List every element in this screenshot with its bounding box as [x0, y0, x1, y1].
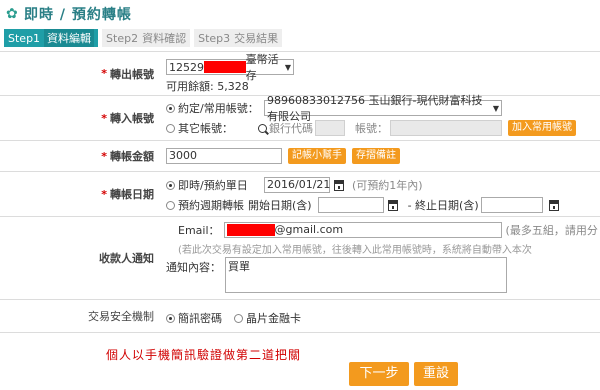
from-account-label: 轉出帳號	[110, 67, 154, 81]
notify-content-textarea[interactable]: 買單	[225, 257, 507, 293]
radio-chip-card[interactable]	[234, 313, 243, 323]
step-3: Step3 交易結果	[194, 29, 283, 47]
transfer-form: * 轉出帳號 12529 臺幣活存 ▼ 可用餘額: 5,328 * 轉入帳號 約…	[0, 51, 600, 333]
search-icon[interactable]	[258, 123, 267, 133]
chevron-down-icon: ▼	[492, 103, 499, 113]
row-from-account: * 轉出帳號 12529 臺幣活存 ▼ 可用餘額: 5,328	[0, 52, 600, 96]
to-account-label: 轉入帳號	[110, 112, 154, 125]
reset-button[interactable]: 重設	[414, 362, 458, 386]
chevron-down-icon: ▼	[284, 62, 291, 72]
security-label: 交易安全機制	[88, 310, 154, 323]
agreed-account-select[interactable]: 98960833012756 玉山銀行-現代財富科技有限公司 ▼	[264, 94, 502, 123]
redacted-email	[226, 224, 275, 236]
step-1: Step1 資料編輯	[4, 29, 99, 47]
step-2: Step2 資料確認	[102, 29, 191, 47]
next-button[interactable]: 下一步	[349, 362, 409, 386]
notify-label: 收款人通知	[99, 252, 154, 265]
row-amount: * 轉帳金額 3000 記帳小幫手 存摺備註	[0, 141, 600, 172]
date-label: 轉帳日期	[110, 188, 154, 201]
gear-icon: ✿	[6, 6, 18, 22]
other-account-input[interactable]	[390, 120, 502, 136]
warning-note: 個人以手機簡訊驗證做第二道把關	[106, 348, 302, 362]
page-title: 即時 / 預約轉帳	[24, 7, 132, 23]
bank-code-input[interactable]	[315, 120, 345, 136]
row-security: 交易安全機制 簡訊密碼 晶片金融卡	[0, 300, 600, 333]
calendar-icon[interactable]	[548, 199, 559, 211]
notify-info: (若此次交易有設定加入常用帳號，往後轉入此常用帳號時，系統將自動帶入本次	[178, 245, 532, 256]
email-input[interactable]: @gmail.com	[223, 222, 502, 238]
row-notify: 收款人通知 Email： @gmail.com (最多五組，請用分 (若此次交易…	[0, 217, 600, 300]
calendar-icon[interactable]	[334, 179, 344, 191]
amount-input[interactable]: 3000	[166, 148, 282, 164]
title-bar: ✿ 即時 / 預約轉帳	[6, 3, 132, 25]
step-indicator: Step1 資料編輯 Step2 資料確認 Step3 交易結果	[4, 29, 286, 47]
amount-label: 轉帳金額	[110, 150, 154, 163]
radio-single-date[interactable]	[166, 180, 175, 190]
radio-periodic[interactable]	[166, 200, 175, 210]
calendar-icon[interactable]	[387, 199, 398, 211]
redacted-account	[204, 61, 246, 73]
notebook-helper-button[interactable]: 記帳小幫手	[288, 148, 346, 164]
from-account-select[interactable]: 12529 臺幣活存 ▼	[166, 53, 294, 82]
radio-other-account[interactable]	[166, 123, 175, 133]
radio-sms[interactable]	[166, 313, 175, 323]
start-date-input[interactable]	[317, 197, 384, 213]
single-date-input[interactable]: 2016/01/21	[264, 177, 330, 193]
add-common-account-button[interactable]: 加入常用帳號	[508, 120, 576, 136]
available-balance-label: 可用餘額:	[166, 80, 214, 93]
radio-agreed-account[interactable]	[166, 103, 175, 113]
end-date-input[interactable]	[480, 197, 543, 213]
passbook-memo-button[interactable]: 存摺備註	[352, 148, 400, 164]
row-to-account: * 轉入帳號 約定/常用帳號： 98960833012756 玉山銀行-現代財富科…	[0, 94, 600, 141]
transfer-page: ✿ 即時 / 預約轉帳 Step1 資料編輯 Step2 資料確認 Step3 …	[0, 0, 600, 390]
row-date: * 轉帳日期 即時/預約單日 2016/01/21 (可預約1年內) 預約週期轉帳…	[0, 172, 600, 217]
available-balance-value: 5,328	[217, 80, 249, 93]
